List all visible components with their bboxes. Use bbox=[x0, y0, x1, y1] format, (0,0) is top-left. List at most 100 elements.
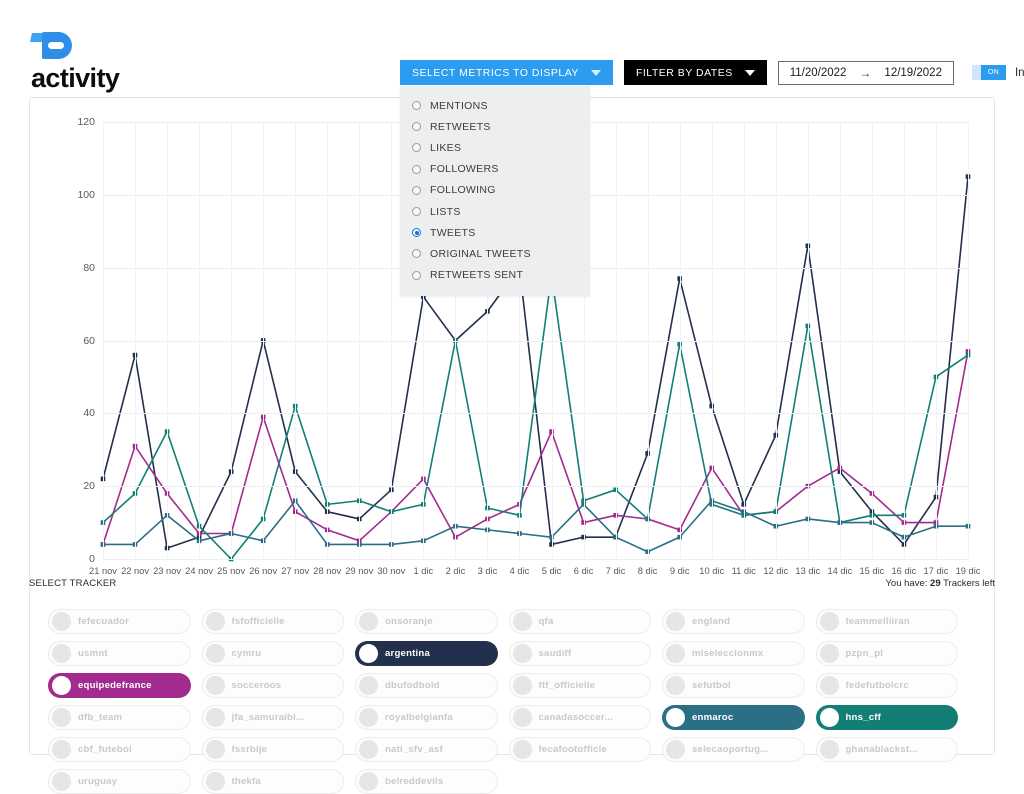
y-axis-tick-label: 80 bbox=[83, 261, 95, 274]
tracker-avatar-icon bbox=[666, 740, 685, 759]
tracker-chip-ftf_officielle[interactable]: ftf_officielle bbox=[508, 673, 651, 698]
tracker-chip-label: cbf_futebol bbox=[78, 744, 132, 755]
tracker-chip-cbf_futebol[interactable]: cbf_futebol bbox=[48, 737, 191, 762]
metric-option-lists[interactable]: LISTS bbox=[400, 201, 590, 222]
tracker-chip-enmaroc[interactable]: enmaroc bbox=[662, 705, 805, 730]
metric-option-tweets[interactable]: TWEETS bbox=[400, 222, 590, 243]
tracker-chip-label: fefecuador bbox=[78, 616, 130, 627]
x-axis-tick-label: 6 dic bbox=[573, 566, 594, 576]
tracker-avatar-icon bbox=[205, 708, 225, 727]
x-axis-tick-label: 26 nov bbox=[249, 566, 278, 576]
date-from-value[interactable]: 11/20/2022 bbox=[790, 67, 847, 79]
tracker-avatar-icon bbox=[205, 676, 225, 695]
tracker-chip-canadasoccer[interactable]: canadasoccer... bbox=[508, 705, 651, 730]
tracker-chip-dbufodbold[interactable]: dbufodbold bbox=[355, 673, 498, 698]
y-gridline bbox=[103, 486, 968, 488]
radio-icon[interactable] bbox=[412, 228, 421, 238]
tracker-chip-fecafootofficie[interactable]: fecafootofficie bbox=[508, 737, 651, 762]
tracker-chip-label: enmaroc bbox=[692, 712, 734, 723]
tracker-avatar-icon bbox=[359, 612, 378, 631]
tracker-chip-ghanablackst[interactable]: ghanablackst... bbox=[815, 737, 958, 762]
tracker-chip-miseleccionmx[interactable]: miseleccionmx bbox=[662, 641, 805, 666]
tracker-avatar-icon bbox=[359, 740, 378, 759]
metric-option-original-tweets[interactable]: ORIGINAL TWEETS bbox=[400, 243, 590, 264]
tracker-chip-pzpn_pl[interactable]: pzpn_pl bbox=[815, 641, 958, 666]
tracker-chip-label: qfa bbox=[538, 616, 554, 627]
tracker-chip-fsfofficielle[interactable]: fsfofficielle bbox=[201, 609, 344, 634]
trackers-left-status: You have: 29 Trackers left bbox=[885, 578, 995, 589]
x-axis-tick-label: 19 dic bbox=[955, 566, 981, 576]
metric-option-label: MENTIONS bbox=[430, 99, 488, 112]
tracker-chip-usmnt[interactable]: usmnt bbox=[48, 641, 191, 666]
metric-option-following[interactable]: FOLLOWING bbox=[400, 180, 590, 201]
tracker-chip-equipedefrance[interactable]: equipedefrance bbox=[48, 673, 191, 698]
radio-icon[interactable] bbox=[412, 101, 421, 111]
select-metrics-button[interactable]: SELECT METRICS TO DISPLAY bbox=[400, 60, 613, 85]
tracker-chip-label: cymru bbox=[231, 648, 262, 659]
y-gridline bbox=[103, 340, 968, 342]
tracker-chip-cymru[interactable]: cymru bbox=[201, 641, 344, 666]
tracker-chip-hns_cff[interactable]: hns_cff bbox=[815, 705, 958, 730]
tracker-chip-fefecuador[interactable]: fefecuador bbox=[48, 609, 191, 634]
tracker-chip-belreddevils[interactable]: belreddevils bbox=[355, 769, 498, 794]
tracker-chip-onsoranje[interactable]: onsoranje bbox=[355, 609, 498, 634]
tracker-chip-label: canadasoccer... bbox=[538, 712, 613, 723]
tracker-chip-uruguay[interactable]: uruguay bbox=[48, 769, 191, 794]
tracker-chip-dfb_team[interactable]: dfb_team bbox=[48, 705, 191, 730]
tracker-chip-fedefutbolcrc[interactable]: fedefutbolcrc bbox=[815, 673, 958, 698]
metric-option-likes[interactable]: LIKES bbox=[400, 137, 590, 158]
tracker-chip-label: belreddevils bbox=[385, 776, 444, 787]
quota-suffix: Trackers left bbox=[943, 578, 995, 589]
tracker-chip-thekfa[interactable]: thekfa bbox=[201, 769, 344, 794]
metrics-dropdown-menu[interactable]: MENTIONS RETWEETS LIKES FOLLOWERS FOLLOWING L… bbox=[400, 86, 590, 296]
tracker-chip-jfa_samuraibl[interactable]: jfa_samuraibl... bbox=[201, 705, 344, 730]
tracker-chip-argentina[interactable]: argentina bbox=[355, 641, 498, 666]
date-to-value[interactable]: 12/19/2022 bbox=[884, 67, 942, 79]
x-gridline bbox=[231, 122, 233, 559]
tracker-avatar-icon bbox=[359, 644, 378, 663]
metric-option-label: ORIGINAL TWEETS bbox=[430, 247, 531, 260]
x-gridline bbox=[647, 122, 649, 559]
tracker-chip-qfa[interactable]: qfa bbox=[508, 609, 651, 634]
increment-toggle[interactable]: ON bbox=[971, 65, 1006, 80]
tracker-chip-label: uruguay bbox=[78, 776, 118, 787]
metric-option-mentions[interactable]: MENTIONS bbox=[400, 95, 590, 116]
metric-option-retweets[interactable]: RETWEETS bbox=[400, 116, 590, 137]
tracker-chip-nati_sfv_asf[interactable]: nati_sfv_asf bbox=[355, 737, 498, 762]
radio-icon[interactable] bbox=[412, 207, 421, 217]
radio-icon[interactable] bbox=[412, 143, 421, 153]
tracker-chip-teammelliiran[interactable]: teammelliiran bbox=[815, 609, 958, 634]
tracker-chip-selecaoportug[interactable]: selecaoportug... bbox=[662, 737, 805, 762]
tracker-avatar-icon bbox=[512, 676, 532, 695]
tracker-chip-royalbelgianfa[interactable]: royalbelgianfa bbox=[355, 705, 498, 730]
tracker-chip-saudiff[interactable]: saudiff bbox=[508, 641, 651, 666]
quota-count: 29 bbox=[930, 578, 941, 589]
increment-toggle-state: ON bbox=[980, 65, 1006, 80]
radio-icon[interactable] bbox=[412, 164, 421, 174]
tracker-chip-sefutbol[interactable]: sefutbol bbox=[662, 673, 805, 698]
filter-by-dates-button[interactable]: FILTER BY DATES bbox=[623, 60, 767, 85]
select-metrics-label: SELECT METRICS TO DISPLAY bbox=[412, 66, 579, 79]
tracker-avatar-icon bbox=[512, 612, 532, 631]
chevron-down-icon bbox=[590, 69, 601, 76]
tracker-chip-england[interactable]: england bbox=[662, 609, 805, 634]
x-gridline bbox=[615, 122, 617, 559]
x-axis-tick-label: 30 nov bbox=[377, 566, 406, 576]
date-range-field[interactable]: 11/20/2022 → 12/19/2022 bbox=[777, 60, 954, 85]
radio-icon[interactable] bbox=[412, 122, 421, 132]
metric-option-label: LIKES bbox=[430, 141, 462, 154]
x-axis-tick-label: 7 dic bbox=[605, 566, 626, 576]
tracker-chip-fssrbije[interactable]: fssrbije bbox=[201, 737, 344, 762]
tracker-avatar-icon bbox=[512, 644, 532, 663]
radio-icon[interactable] bbox=[412, 249, 421, 259]
radio-icon[interactable] bbox=[412, 185, 421, 195]
x-axis-tick-label: 16 dic bbox=[891, 566, 917, 576]
tracker-avatar-icon bbox=[819, 612, 839, 631]
radio-icon[interactable] bbox=[412, 270, 421, 280]
x-axis-tick-label: 17 dic bbox=[923, 566, 949, 576]
metric-option-followers[interactable]: FOLLOWERS bbox=[400, 159, 590, 180]
y-axis-tick-label: 60 bbox=[83, 334, 95, 347]
metric-option-retweets-sent[interactable]: RETWEETS SENT bbox=[400, 265, 590, 286]
tracker-chip-socceroos[interactable]: socceroos bbox=[201, 673, 344, 698]
tracker-chip-label: equipedefrance bbox=[78, 680, 152, 691]
